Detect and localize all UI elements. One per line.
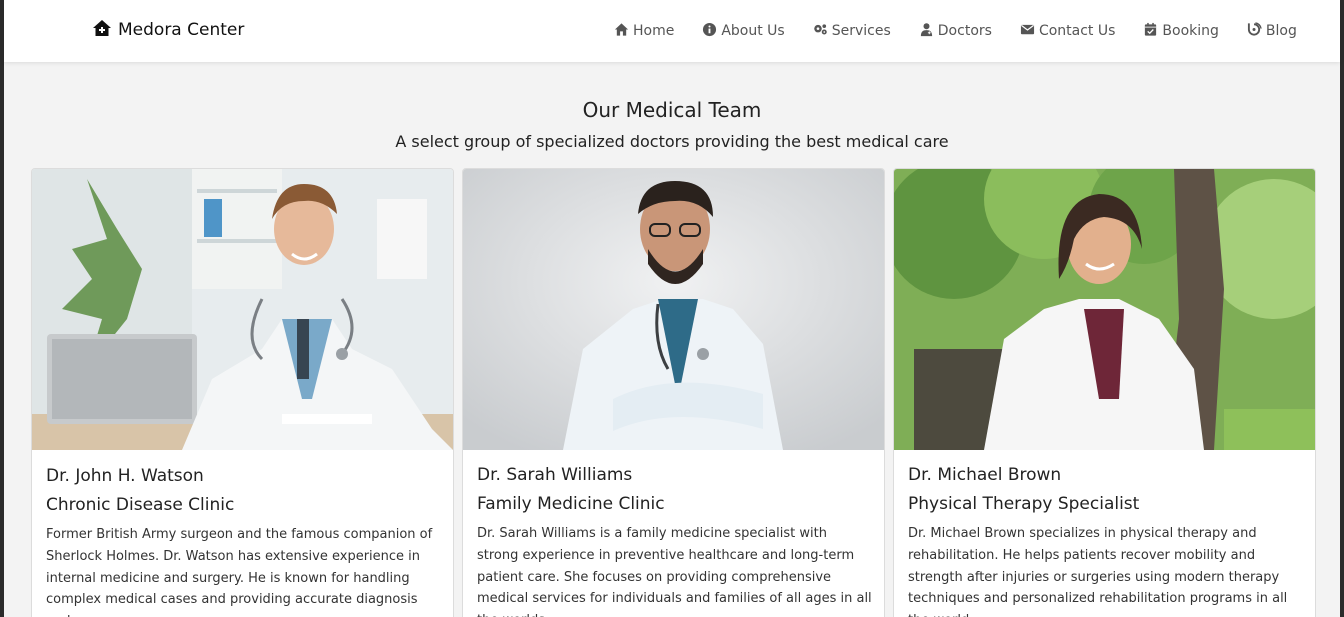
brand-link[interactable]: Medora Center	[92, 18, 244, 42]
doctor-specialty: Physical Therapy Specialist	[908, 494, 1140, 514]
doctor-description: Dr. Sarah Williams is a family medicine …	[477, 526, 872, 617]
doctor-name: Dr. Michael Brown	[908, 465, 1062, 485]
blog-icon	[1247, 21, 1262, 41]
window-frame-left	[0, 0, 4, 617]
doctor-photo	[32, 169, 453, 450]
nav-booking[interactable]: Booking	[1143, 22, 1219, 41]
section-title: Our Medical Team	[582, 98, 762, 122]
navbar: Medora Center Home About Us Services Doc…	[4, 0, 1340, 62]
gears-icon	[813, 22, 828, 41]
nav-label: Home	[633, 23, 675, 39]
doctor-specialty: Family Medicine Clinic	[477, 494, 665, 514]
calendar-check-icon	[1143, 22, 1158, 41]
brand-name: Medora Center	[118, 20, 245, 40]
doctor-card: Dr. Michael Brown Physical Therapy Speci…	[893, 168, 1316, 617]
nav-about-us[interactable]: About Us	[702, 22, 785, 41]
doctor-photo	[463, 169, 884, 450]
doctor-name: Dr. John H. Watson	[46, 466, 204, 486]
nav-label: Services	[831, 23, 891, 39]
envelope-icon	[1020, 22, 1035, 41]
nav-home[interactable]: Home	[614, 22, 674, 41]
doctor-name: Dr. Sarah Williams	[477, 465, 633, 485]
doctor-description: Dr. Michael Brown specializes in physica…	[908, 526, 1288, 617]
user-doctor-icon	[919, 22, 934, 41]
section-subtitle: A select group of specialized doctors pr…	[395, 132, 949, 151]
doctor-card: Dr. Sarah Williams Family Medicine Clini…	[462, 168, 885, 617]
nav-label: Doctors	[937, 23, 992, 39]
nav-label: Blog	[1265, 23, 1297, 39]
info-circle-icon	[702, 22, 717, 41]
home-icon	[614, 22, 629, 41]
window-frame-right	[1340, 0, 1344, 617]
nav-label: Contact Us	[1038, 23, 1116, 39]
nav-links: Home About Us Services Doctors Contact U…	[614, 20, 1297, 42]
doctor-card: Dr. John H. Watson Chronic Disease Clini…	[31, 168, 454, 617]
nav-contact-us[interactable]: Contact Us	[1020, 22, 1115, 41]
nav-label: About Us	[721, 23, 785, 39]
house-medical-icon	[92, 19, 112, 42]
nav-label: Booking	[1162, 23, 1219, 39]
nav-blog[interactable]: Blog	[1247, 21, 1297, 41]
nav-doctors[interactable]: Doctors	[919, 22, 992, 41]
doctor-description: Former British Army surgeon and the famo…	[46, 527, 433, 617]
doctor-photo	[894, 169, 1315, 450]
doctor-specialty: Chronic Disease Clinic	[46, 495, 235, 515]
nav-services[interactable]: Services	[813, 22, 891, 41]
